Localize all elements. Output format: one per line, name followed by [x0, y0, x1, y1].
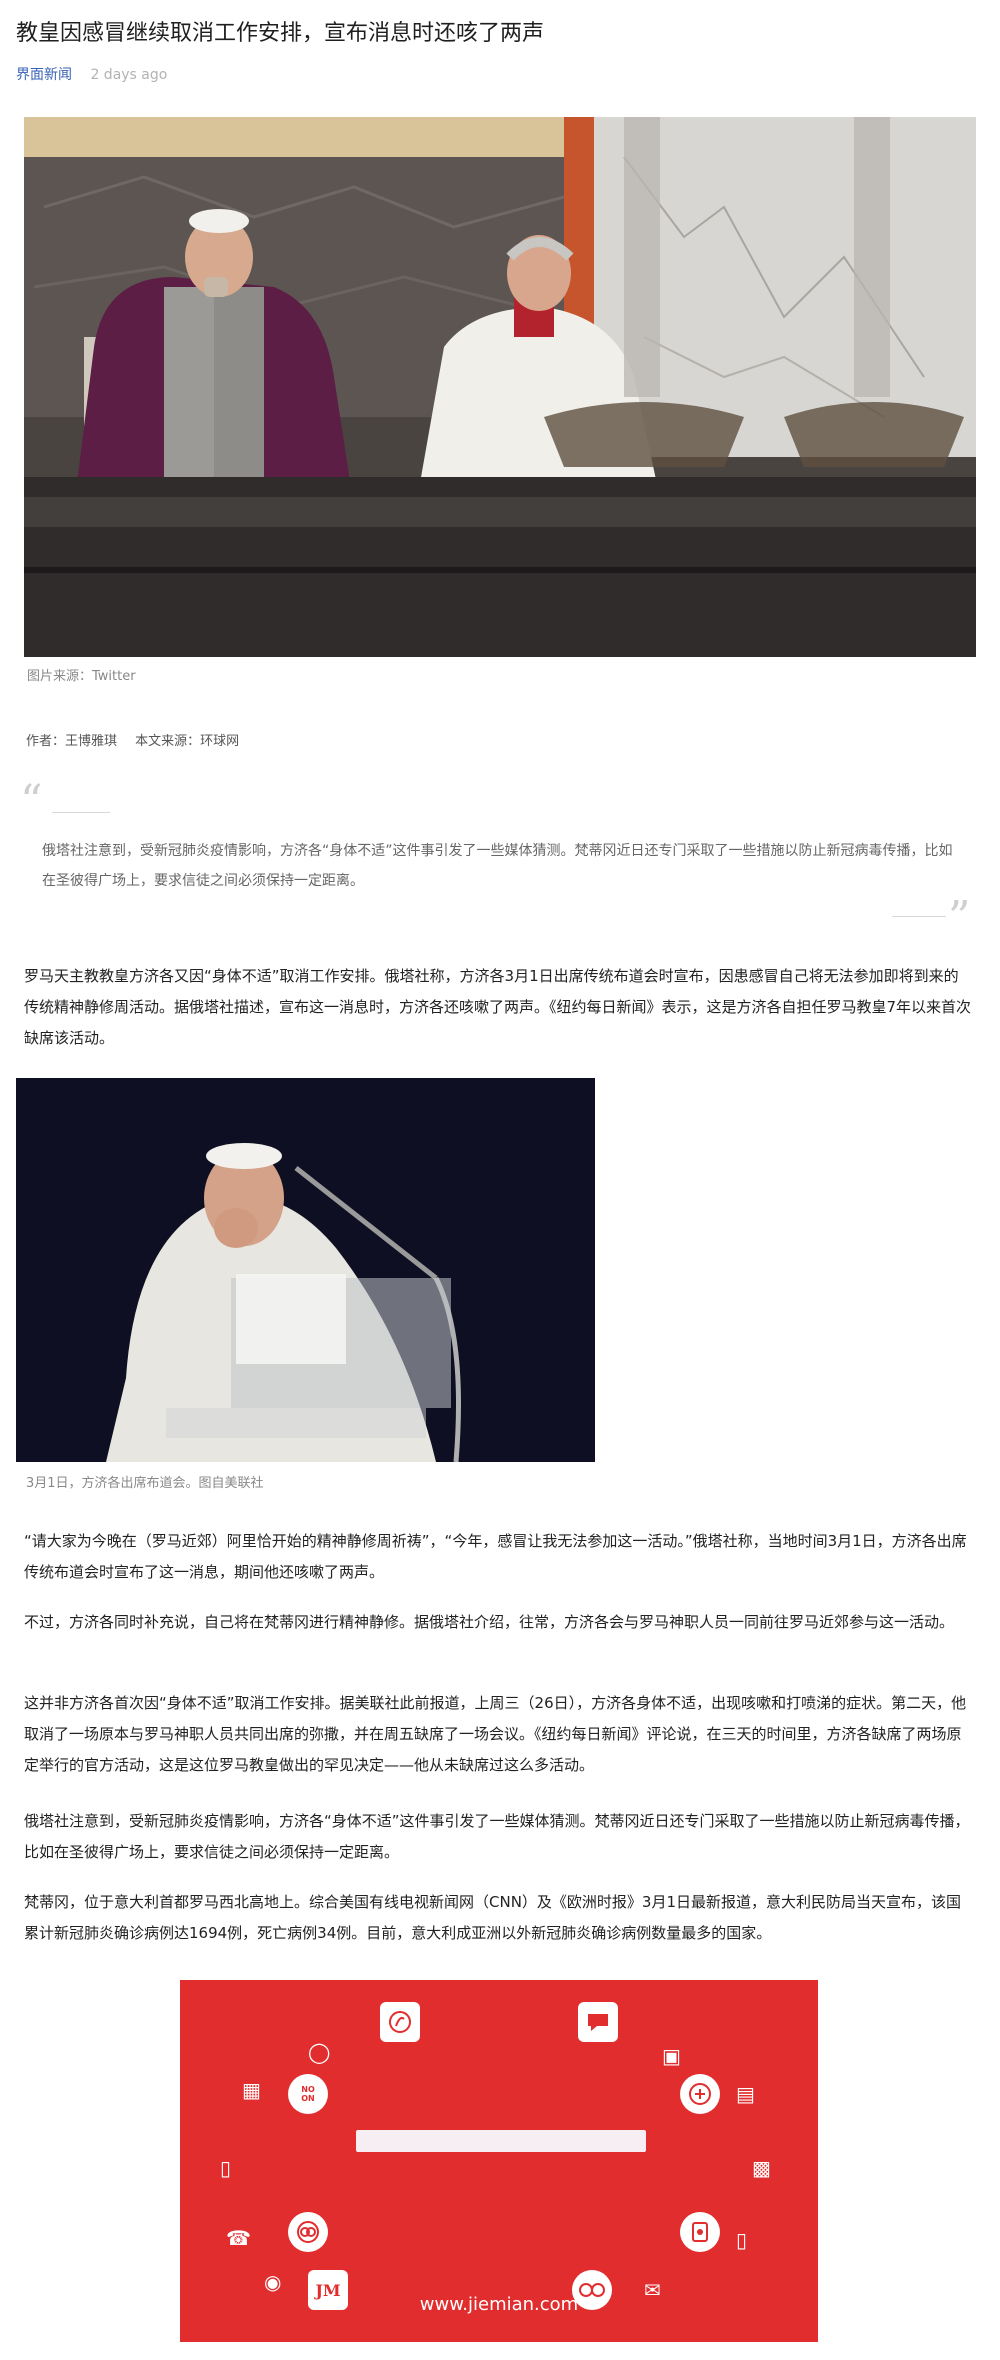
- byline: 作者：王博雅琪 本文来源：环球网: [26, 730, 253, 749]
- tile-no-label: NO: [301, 2085, 315, 2094]
- timestamp: 2 days ago: [90, 67, 168, 83]
- lightbulb-icon: ◯: [308, 2040, 331, 2064]
- mobile-icon: ▯: [736, 2228, 748, 2252]
- quote-open-icon: “: [20, 776, 43, 827]
- paragraph: 罗马天主教教皇方济各又因“身体不适”取消工作安排。俄塔社称，方济各3月1日出席传…: [24, 967, 972, 1047]
- hero-caption: 图片来源：Twitter: [27, 669, 136, 684]
- paragraph: 梵蒂冈，位于意大利首都罗马西北高地上。综合美国有线电视新闻网（CNN）及《欧洲时…: [24, 1893, 962, 1942]
- save-icon: ▣: [662, 2044, 681, 2068]
- pope-photo: [16, 1078, 595, 1462]
- quote-close-icon: ”: [948, 892, 971, 943]
- summary-quote: 俄塔社注意到，受新冠肺炎疫情影响，方济各“身体不适”这件事引发了一些媒体猜测。梵…: [42, 843, 953, 889]
- paragraph: “请大家为今晚在（罗马近郊）阿里恰开始的精神静修周祈祷”，“今年，感冒让我无法参…: [24, 1532, 967, 1581]
- photo-caption: 3月1日，方济各出席布道会。图自美联社: [26, 1476, 264, 1491]
- coin-icon: [680, 2074, 720, 2114]
- source-link[interactable]: 界面新闻: [16, 67, 72, 83]
- music-icon: [380, 2002, 420, 2042]
- paragraph: 不过，方济各同时补充说，自己将在梵蒂冈进行精神静修。据俄塔社介绍，往常，方济各会…: [24, 1613, 955, 1631]
- origin: 本文来源：环球网: [135, 734, 240, 749]
- camera-icon: ◉: [264, 2270, 282, 2294]
- chat-icon: [578, 2002, 618, 2042]
- no-on-icon: NO ON: [288, 2074, 328, 2114]
- article-meta: 界面新闻 2 days ago: [16, 64, 167, 84]
- hero-image: [24, 117, 976, 657]
- paragraph: 俄塔社注意到，受新冠肺炎疫情影响，方济各“身体不适”这件事引发了一些媒体猜测。梵…: [24, 1812, 970, 1861]
- quote-divider: [52, 812, 110, 813]
- banner-url[interactable]: www.jiemian.com: [180, 2294, 818, 2315]
- jiemian-banner[interactable]: ◯ ▣ ▦ NO ON ▤ ▯ ▩ ☎ ▯ ◉ JM ✉ www.jiemian…: [180, 1980, 818, 2342]
- phone-icon: ☎: [226, 2226, 251, 2250]
- quote-divider: [892, 916, 946, 917]
- paragraph: 这并非方济各首次因“身体不适”取消工作安排。据美联社此前报道，上周三（26日），…: [24, 1694, 967, 1774]
- article-title: 教皇因感冒继续取消工作安排，宣布消息时还咳了两声: [16, 21, 545, 46]
- author: 作者：王博雅琪: [26, 734, 118, 749]
- loop-icon: [288, 2212, 328, 2252]
- message-icon: ▯: [220, 2156, 232, 2180]
- document-ae-icon: ▩: [752, 2156, 771, 2180]
- tile-on-label: ON: [301, 2094, 315, 2103]
- banner-bar: [356, 2130, 646, 2152]
- tag-icon: [680, 2212, 720, 2252]
- building-icon: ▦: [242, 2078, 261, 2102]
- clipboard-icon: ▤: [736, 2082, 755, 2106]
